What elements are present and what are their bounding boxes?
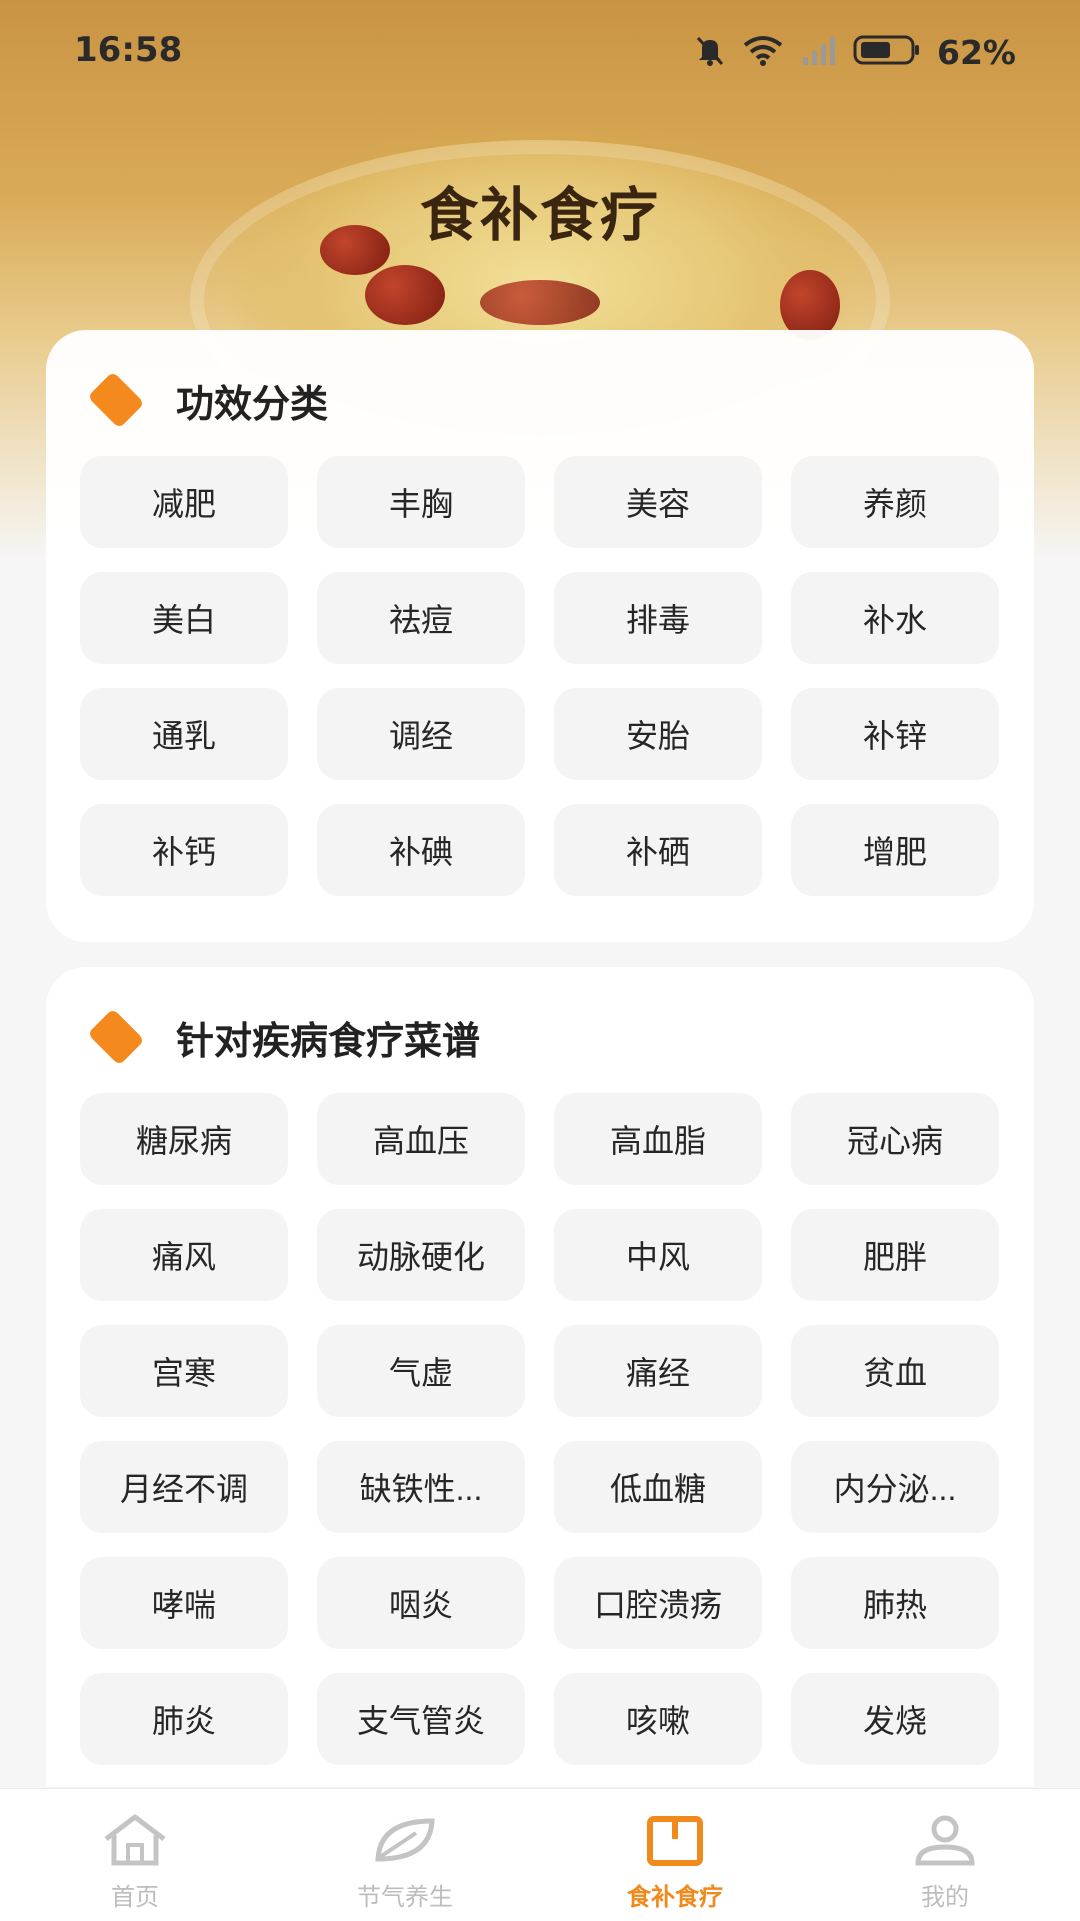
category-chip[interactable]: 丰胸 [317, 456, 525, 548]
diamond-icon [87, 371, 145, 429]
tab-label: 节气养生 [357, 1884, 453, 1911]
disease-recipe-card: 针对疾病食疗菜谱 糖尿病 高血压 高血脂 冠心病痛风 动脉硬化 中风 肥胖宫寒 气虚 痛经 贫血月… [46, 967, 1034, 1787]
category-chip[interactable]: 美容 [554, 456, 762, 548]
red-date-image [365, 265, 445, 325]
tab-label: 首页 [111, 1884, 159, 1911]
red-date-image [480, 280, 600, 325]
profile-icon [910, 1811, 980, 1871]
tab-profile[interactable]: 我的 [810, 1789, 1080, 1921]
tab-label: 我的 [921, 1884, 969, 1911]
category-chip[interactable]: 排毒 [554, 572, 762, 664]
category-chip[interactable]: 气虚 [317, 1325, 525, 1417]
section-header: 针对疾病食疗菜谱 [80, 1007, 480, 1067]
category-chip[interactable]: 肺热 [791, 1557, 999, 1649]
category-chip[interactable]: 安胎 [554, 688, 762, 780]
category-chip[interactable]: 补锌 [791, 688, 999, 780]
category-chip[interactable]: 祛痘 [317, 572, 525, 664]
category-chip[interactable]: 咽炎 [317, 1557, 525, 1649]
category-chip[interactable]: 补硒 [554, 804, 762, 896]
home-icon [100, 1811, 170, 1871]
tab-solar-term[interactable]: 节气养生 [270, 1789, 540, 1921]
disease-grid: 糖尿病 高血压 高血脂 冠心病痛风 动脉硬化 中风 肥胖宫寒 气虚 痛经 贫血月经不调 缺铁性...… [80, 1093, 1004, 1765]
category-chip[interactable]: 中风 [554, 1209, 762, 1301]
section-title: 功效分类 [176, 383, 329, 426]
battery-percent: 62% [937, 32, 1016, 72]
section-title: 针对疾病食疗菜谱 [176, 1020, 481, 1063]
category-chip[interactable]: 养颜 [791, 456, 999, 548]
category-chip[interactable]: 肺炎 [80, 1673, 288, 1765]
mute-bell-icon [693, 33, 727, 71]
category-chip[interactable]: 痛风 [80, 1209, 288, 1301]
category-chip[interactable]: 缺铁性... [317, 1441, 525, 1533]
signal-icon [799, 33, 839, 71]
status-bar: 16:58 62% [0, 0, 1080, 110]
category-chip[interactable]: 咳嗽 [554, 1673, 762, 1765]
category-chip[interactable]: 高血脂 [554, 1093, 762, 1185]
battery-icon [853, 33, 923, 71]
efficacy-grid: 减肥 丰胸 美容 养颜美白 祛痘 排毒 补水通乳 调经 安胎 补锌补钙 补碘 补硒 增肥 [80, 456, 1004, 896]
category-chip[interactable]: 肥胖 [791, 1209, 999, 1301]
category-chip[interactable]: 宫寒 [80, 1325, 288, 1417]
category-chip[interactable]: 哮喘 [80, 1557, 288, 1649]
category-chip[interactable]: 支气管炎 [317, 1673, 525, 1765]
efficacy-category-card: 功效分类 减肥 丰胸 美容 养颜美白 祛痘 排毒 补水通乳 调经 安胎 补锌补钙 补碘 补硒 增肥 [46, 330, 1034, 942]
category-chip[interactable]: 低血糖 [554, 1441, 762, 1533]
category-chip[interactable]: 通乳 [80, 688, 288, 780]
category-chip[interactable]: 美白 [80, 572, 288, 664]
category-chip[interactable]: 高血压 [317, 1093, 525, 1185]
section-header: 功效分类 [80, 370, 328, 430]
diamond-icon [87, 1008, 145, 1066]
status-icons: 62% [693, 32, 1016, 72]
category-chip[interactable]: 补水 [791, 572, 999, 664]
wifi-icon [741, 33, 785, 71]
category-chip[interactable]: 补钙 [80, 804, 288, 896]
category-chip[interactable]: 动脉硬化 [317, 1209, 525, 1301]
category-chip[interactable]: 减肥 [80, 456, 288, 548]
category-chip[interactable]: 调经 [317, 688, 525, 780]
book-icon [640, 1811, 710, 1871]
leaf-icon [370, 1811, 440, 1871]
category-chip[interactable]: 内分泌... [791, 1441, 999, 1533]
page-title: 食补食疗 [419, 181, 660, 249]
category-chip[interactable]: 补碘 [317, 804, 525, 896]
category-chip[interactable]: 发烧 [791, 1673, 999, 1765]
bottom-tab-bar: 首页 节气养生 食补食疗 我的 [0, 1788, 1080, 1921]
category-chip[interactable]: 冠心病 [791, 1093, 999, 1185]
category-chip[interactable]: 月经不调 [80, 1441, 288, 1533]
tab-label: 食补食疗 [627, 1884, 723, 1911]
category-chip[interactable]: 增肥 [791, 804, 999, 896]
tab-home[interactable]: 首页 [0, 1789, 270, 1921]
category-chip[interactable]: 贫血 [791, 1325, 999, 1417]
category-chip[interactable]: 口腔溃疡 [554, 1557, 762, 1649]
category-chip[interactable]: 痛经 [554, 1325, 762, 1417]
tab-food-therapy[interactable]: 食补食疗 [540, 1789, 810, 1921]
category-chip[interactable]: 糖尿病 [80, 1093, 288, 1185]
status-time: 16:58 [74, 30, 183, 70]
